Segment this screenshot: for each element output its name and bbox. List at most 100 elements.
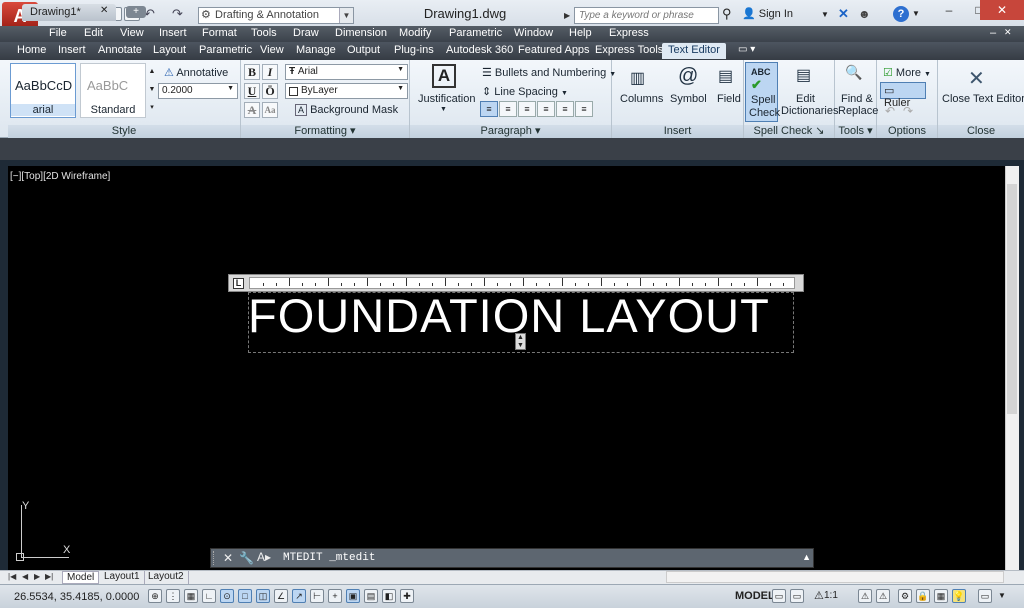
menu-help[interactable]: Help xyxy=(569,27,592,39)
menu-insert[interactable]: Insert xyxy=(159,27,187,39)
wrench-icon[interactable]: 🔧 xyxy=(239,551,254,565)
italic-button[interactable]: I xyxy=(262,64,278,80)
hardware-acceleration-icon[interactable]: ▦ xyxy=(934,589,948,603)
style-preview-standard[interactable]: AaBbC Standard xyxy=(80,63,146,118)
annotation-monitor-icon[interactable]: ✚ xyxy=(400,589,414,603)
redo-icon[interactable]: ↷ xyxy=(903,104,913,118)
panel-title-tools[interactable]: Tools ▾ xyxy=(835,125,876,138)
snap-mode-icon[interactable]: ⋮ xyxy=(166,589,180,603)
tab-annotate[interactable]: Annotate xyxy=(98,44,142,56)
tab-view[interactable]: View xyxy=(260,44,284,56)
case-button[interactable]: Aa xyxy=(262,102,278,118)
object-snap-icon[interactable]: □ xyxy=(238,589,252,603)
search-binoculars-icon[interactable]: ⚲ xyxy=(722,6,732,22)
find-replace-button[interactable]: Replace xyxy=(838,105,878,117)
menu-express[interactable]: Express xyxy=(609,27,649,39)
menu-window[interactable]: Window xyxy=(514,27,553,39)
tab-output[interactable]: Output xyxy=(347,44,380,56)
minimize-button[interactable]: – xyxy=(934,0,964,20)
align-distribute-icon[interactable]: ≡ xyxy=(575,101,593,117)
mtext-content[interactable]: FOUNDATION LAYOUT xyxy=(248,288,770,343)
tab-autodesk360[interactable]: Autodesk 360 xyxy=(446,44,513,56)
auto-scale-icon[interactable]: ⚠ xyxy=(876,589,890,603)
justification-icon[interactable]: A xyxy=(432,64,456,88)
tab-express-tools[interactable]: Express Tools xyxy=(595,44,663,56)
find-replace-button[interactable]: Find & xyxy=(841,93,873,105)
find-replace-icon[interactable]: 🔍 xyxy=(845,64,862,81)
dictionary-icon[interactable]: ▤ xyxy=(796,65,811,85)
font-select[interactable]: Ŧ Arial▼ xyxy=(285,64,408,80)
first-tab-icon[interactable]: |◀ xyxy=(8,572,16,581)
tab-text-editor[interactable]: Text Editor xyxy=(662,43,726,59)
panel-title-spell-check[interactable]: Spell Check ↘ xyxy=(744,125,834,138)
lineweight-icon[interactable]: + xyxy=(328,589,342,603)
bullets-numbering-button[interactable]: ☰ Bullets and Numbering ▼ xyxy=(482,66,616,79)
edit-dictionaries-button[interactable]: Edit xyxy=(796,93,815,105)
next-tab-icon[interactable]: ▶ xyxy=(34,572,40,581)
clean-screen-icon[interactable]: ▭ xyxy=(978,589,992,603)
style-scroll-icon[interactable]: ▲▼▾ xyxy=(148,63,156,118)
close-icon[interactable]: ✕ xyxy=(100,5,108,16)
isolate-objects-icon[interactable]: 💡 xyxy=(952,589,966,603)
search-expand-icon[interactable]: ▶ xyxy=(564,7,574,24)
exchange-icon[interactable]: ✕ xyxy=(838,6,849,22)
vertical-scroll-thumb[interactable] xyxy=(1007,184,1017,414)
text-height-input[interactable]: 0.2000▼ xyxy=(158,83,238,99)
spell-check-button[interactable]: ABC✔ Spell Check xyxy=(745,62,778,122)
chevron-down-icon[interactable]: ▼ xyxy=(821,10,829,19)
viewport-controls[interactable]: [−][Top][2D Wireframe] xyxy=(10,171,110,182)
grid-display-icon[interactable]: ▦ xyxy=(184,589,198,603)
tab-insert[interactable]: Insert xyxy=(58,44,86,56)
tab-featured-apps[interactable]: Featured Apps xyxy=(518,44,590,56)
ortho-mode-icon[interactable]: ∟ xyxy=(202,589,216,603)
infer-constraints-icon[interactable]: ⊕ xyxy=(148,589,162,603)
menu-minimize-icon[interactable]: – xyxy=(990,27,996,39)
menu-view[interactable]: View xyxy=(120,27,144,39)
panel-title-formatting[interactable]: Formatting ▾ xyxy=(241,125,409,138)
line-spacing-button[interactable]: ⇕ Line Spacing ▼ xyxy=(482,85,568,98)
align-justify-icon[interactable]: ≡ xyxy=(556,101,574,117)
symbol-icon[interactable]: @ xyxy=(678,65,698,88)
quick-view-layouts-icon[interactable]: ▭ xyxy=(772,589,786,603)
field-icon[interactable]: ▤ xyxy=(718,66,733,86)
chevron-down-icon[interactable]: ▼ xyxy=(440,106,447,113)
chevron-down-icon[interactable]: ▼ xyxy=(227,85,234,92)
chevron-down-icon[interactable]: ▼ xyxy=(998,591,1006,600)
menu-edit[interactable]: Edit xyxy=(84,27,103,39)
close-text-editor-button[interactable]: Close Text Editor xyxy=(942,93,1024,105)
command-line[interactable]: ✕ 🔧 A▸ MTEDIT _mtedit ▲ xyxy=(210,548,814,568)
bold-button[interactable]: B xyxy=(244,64,260,80)
model-space-toggle[interactable]: MODEL xyxy=(735,590,775,602)
background-mask-button[interactable]: A Background Mask xyxy=(295,104,398,116)
chevron-down-icon[interactable]: ▼ xyxy=(397,66,404,73)
tab-parametric[interactable]: Parametric xyxy=(199,44,252,56)
horizontal-scrollbar[interactable] xyxy=(666,571,1004,583)
annotation-scale-value[interactable]: 1:1 xyxy=(824,590,838,601)
resize-handle-icon[interactable]: ▲▼ xyxy=(515,333,526,350)
panel-title-paragraph[interactable]: Paragraph ▾ xyxy=(410,125,611,138)
tab-layout2[interactable]: Layout2 xyxy=(144,571,189,584)
close-text-editor-icon[interactable]: ✕ xyxy=(968,66,985,91)
new-tab-button[interactable]: + xyxy=(126,6,146,18)
drag-handle-icon[interactable] xyxy=(213,551,219,565)
more-button[interactable]: ☑ More ▼ xyxy=(883,66,931,79)
menu-draw[interactable]: Draw xyxy=(293,27,319,39)
strikethrough-button[interactable]: A xyxy=(244,102,260,118)
sign-in-button[interactable]: 👤 Sign In▼ xyxy=(742,7,829,20)
communication-icon[interactable]: ☻ xyxy=(858,7,871,21)
chevron-down-icon[interactable]: ▼ xyxy=(397,85,404,92)
help-icon[interactable]: ? xyxy=(893,6,909,22)
menu-dimension[interactable]: Dimension xyxy=(335,27,387,39)
ruler-toggle[interactable]: ▭ Ruler xyxy=(880,82,926,99)
color-select[interactable]: ByLayer▼ xyxy=(285,83,408,99)
menu-modify[interactable]: Modify xyxy=(399,27,431,39)
transparency-icon[interactable]: ▣ xyxy=(346,589,360,603)
ribbon-toggle-icon[interactable]: ▭ ▾ xyxy=(738,44,755,55)
otrack-icon[interactable]: ∠ xyxy=(274,589,288,603)
tab-layout1[interactable]: Layout1 xyxy=(100,571,145,584)
workspace-select[interactable]: ⚙ Drafting & Annotation ▼ xyxy=(198,7,354,24)
quick-properties-icon[interactable]: ▤ xyxy=(364,589,378,603)
field-button[interactable]: Field xyxy=(717,93,741,105)
edit-dictionaries-button[interactable]: Dictionaries xyxy=(781,105,838,117)
selection-cycling-icon[interactable]: ◧ xyxy=(382,589,396,603)
